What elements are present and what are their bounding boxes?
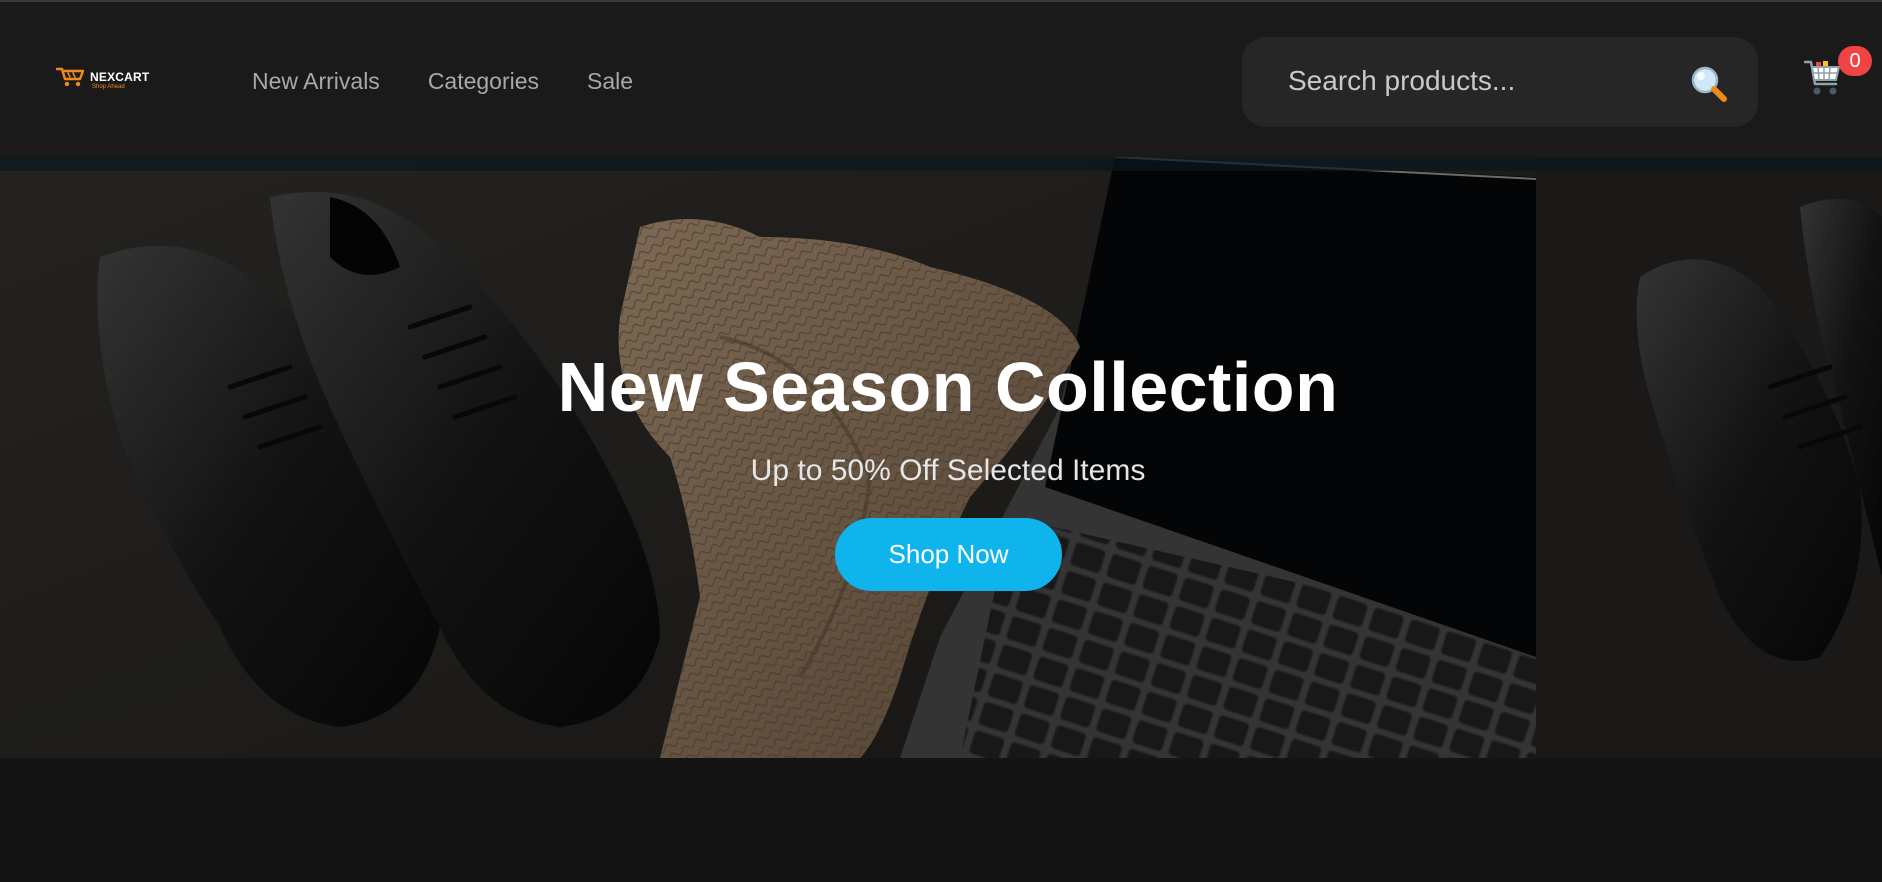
- site-header: NEXCART Shop Ahead New Arrivals Categori…: [0, 2, 1882, 157]
- brand-name: NEXCART: [90, 70, 150, 84]
- nav-link-new-arrivals[interactable]: New Arrivals: [252, 68, 380, 95]
- nav-link-categories[interactable]: Categories: [428, 68, 539, 95]
- hero-title: New Season Collection: [557, 348, 1339, 426]
- shopping-cart-icon: [1804, 60, 1841, 95]
- content-area: [0, 758, 1882, 882]
- search-bar: [1242, 37, 1758, 127]
- cart-logo-icon: [56, 67, 85, 87]
- hero-subtitle: Up to 50% Off Selected Items: [750, 454, 1146, 487]
- magnifying-glass-icon[interactable]: [1688, 63, 1732, 107]
- hero-banner: New Season Collection Up to 50% Off Sele…: [0, 157, 1882, 758]
- cart-button[interactable]: 0: [1804, 46, 1874, 106]
- shop-now-button[interactable]: Shop Now: [835, 518, 1062, 591]
- search-input[interactable]: [1286, 60, 1670, 102]
- brand-logo[interactable]: NEXCART Shop Ahead: [56, 66, 152, 92]
- nav-link-sale[interactable]: Sale: [587, 68, 633, 95]
- main-nav: New Arrivals Categories Sale: [252, 68, 633, 95]
- page: NEXCART Shop Ahead New Arrivals Categori…: [0, 0, 1882, 882]
- brand-tagline: Shop Ahead: [92, 84, 125, 90]
- cart-count-badge: 0: [1838, 46, 1872, 76]
